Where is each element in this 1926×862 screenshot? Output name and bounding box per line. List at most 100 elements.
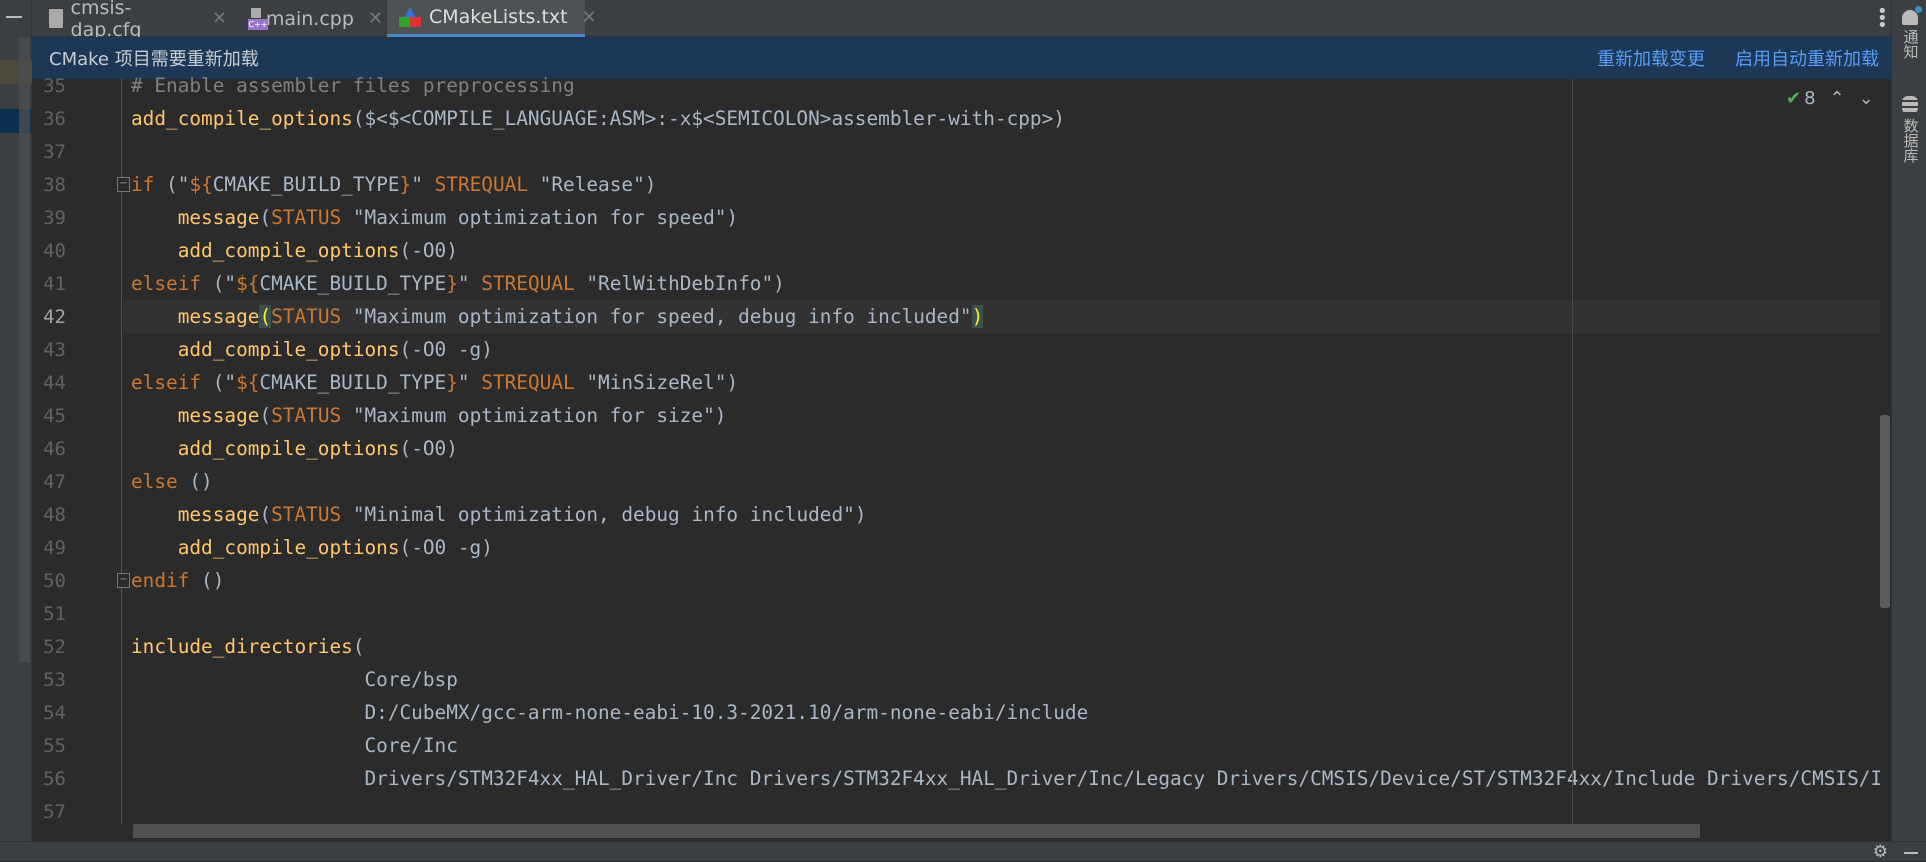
code-token-fn: message	[177, 503, 260, 526]
code-token-kw: STREQUAL	[434, 173, 528, 196]
line-number: 36	[43, 108, 66, 130]
notifications-label: 通知	[1901, 29, 1920, 59]
code-line[interactable]: else ()	[131, 465, 213, 498]
line-number: 42	[43, 306, 66, 328]
horizontal-scrollbar[interactable]	[133, 824, 1700, 838]
code-line[interactable]: # Enable assembler files preprocessing	[131, 69, 575, 102]
code-token-str: (-O0)	[399, 239, 458, 262]
code-line[interactable]: add_compile_options(-O0)	[131, 234, 458, 267]
minimize-icon[interactable]	[1904, 852, 1918, 854]
code-token-fn: add_compile_options	[177, 239, 400, 262]
code-token-str: ("	[154, 173, 190, 196]
code-line[interactable]: Drivers/STM32F4xx_HAL_Driver/Inc Drivers…	[131, 762, 1880, 795]
line-number: 43	[43, 339, 66, 361]
code-token-str	[131, 338, 178, 361]
line-number-gutter: 35 36 37 38 39 40 41 42 43 44 45 46 47 48 49 50 51 52 53 54…	[32, 75, 122, 824]
previous-highlight-icon[interactable]: ⌃	[1830, 88, 1845, 109]
code-token-str: (	[259, 206, 272, 229]
line-number: 52	[43, 636, 66, 658]
code-line[interactable]: add_compile_options(-O0 -g)	[131, 531, 493, 564]
code-token-str: ()	[177, 470, 213, 493]
code-token-str: (	[259, 404, 272, 427]
code-token-fn: message	[177, 305, 260, 328]
code-token-str	[131, 206, 178, 229]
right-margin-guide	[1572, 79, 1573, 824]
fold-icon[interactable]: −	[117, 177, 130, 192]
code-token-str: (-O0 -g)	[399, 536, 493, 559]
code-token-kw: endif	[131, 569, 190, 592]
code-token-str: ("	[201, 272, 237, 295]
database-label: 数据库	[1901, 118, 1920, 163]
code-token-str: (-O0)	[399, 437, 458, 460]
inspection-widget[interactable]: ✔ 8 ⌃ ⌄	[1786, 88, 1874, 109]
code-token-fn: include_directories	[131, 635, 353, 658]
line-number: 46	[43, 438, 66, 460]
line-number: 41	[43, 273, 66, 295]
code-token-kw: STATUS	[271, 206, 342, 229]
check-icon: ✔ 8	[1786, 88, 1816, 109]
code-token-str: (-O0 -g)	[399, 338, 493, 361]
line-number: 37	[43, 141, 66, 163]
notifications-button[interactable]: 通知	[1897, 6, 1923, 59]
code-token-kw: }	[446, 371, 458, 394]
code-line[interactable]: Core/bsp	[131, 663, 458, 696]
code-token-str: Core/bsp	[131, 668, 458, 691]
right-tool-strip: 通知 数据库	[1891, 0, 1926, 841]
code-token-str: "Maximum optimization for size")	[341, 404, 727, 427]
code-token-fn: add_compile_options	[131, 107, 353, 130]
line-number: 49	[43, 537, 66, 559]
code-token-kw: elseif	[131, 371, 202, 394]
line-number: 35	[43, 75, 66, 97]
code-line[interactable]: add_compile_options($<$<COMPILE_LANGUAGE…	[131, 102, 1065, 135]
code-line[interactable]: elseif ("${CMAKE_BUILD_TYPE}" STREQUAL "…	[131, 366, 738, 399]
code-token-str: CMAKE_BUILD_TYPE	[212, 173, 400, 196]
code-token-kw: ${	[236, 371, 260, 394]
code-token-kw: ${	[236, 272, 260, 295]
code-token-str: "Minimal optimization, debug info includ…	[341, 503, 867, 526]
code-line[interactable]: D:/CubeMX/gcc-arm-none-eabi-10.3-2021.10…	[131, 696, 1088, 729]
code-token-kw: STATUS	[271, 404, 342, 427]
code-line[interactable]: elseif ("${CMAKE_BUILD_TYPE}" STREQUAL "…	[131, 267, 785, 300]
code-token-str: Drivers/STM32F4xx_HAL_Driver/Inc Drivers…	[131, 767, 1880, 790]
code-line[interactable]: if ("${CMAKE_BUILD_TYPE}" STREQUAL "Rele…	[131, 168, 656, 201]
code-token-fn: add_compile_options	[177, 536, 400, 559]
code-token-str: "Maximum optimization for speed, debug i…	[341, 305, 972, 328]
code-line[interactable]: include_directories(	[131, 630, 365, 663]
code-line[interactable]: message(STATUS "Minimal optimization, de…	[131, 498, 867, 531]
gear-icon[interactable]: ⚙	[1873, 842, 1888, 862]
code-token-str: (	[352, 635, 365, 658]
code-token-str	[131, 536, 178, 559]
bell-icon	[1902, 6, 1922, 25]
code-token-str	[131, 503, 178, 526]
line-number: 39	[43, 207, 66, 229]
database-button[interactable]: 数据库	[1897, 96, 1923, 163]
code-token-str: (	[259, 503, 272, 526]
line-number: 51	[43, 603, 66, 625]
code-token-kw: STATUS	[271, 503, 342, 526]
code-token-kw: }	[399, 173, 412, 196]
line-number: 53	[43, 669, 66, 691]
code-token-fn: add_compile_options	[177, 437, 400, 460]
next-highlight-icon[interactable]: ⌄	[1859, 88, 1874, 109]
code-line[interactable]: add_compile_options(-O0 -g)	[131, 333, 493, 366]
code-line[interactable]: endif ()	[131, 564, 224, 597]
code-editor[interactable]: 35 36 37 38 39 40 41 42 43 44 45 46 47 48 49 50 51 52 53 54…	[0, 0, 1880, 824]
inspection-count: 8	[1804, 88, 1816, 109]
code-token-str: "Maximum optimization for speed")	[341, 206, 739, 229]
code-line[interactable]: message(STATUS "Maximum optimization for…	[131, 300, 984, 333]
code-line[interactable]: message(STATUS "Maximum optimization for…	[131, 399, 727, 432]
code-line[interactable]: Core/Inc	[131, 729, 457, 762]
code-line[interactable]: add_compile_options(-O0)	[131, 432, 458, 465]
line-number: 57	[43, 801, 66, 823]
code-token-str: ()	[189, 569, 225, 592]
code-token-str: ("	[201, 371, 237, 394]
code-token-str: "	[457, 371, 482, 394]
fold-icon[interactable]: −	[117, 573, 130, 588]
code-token-fn: message	[177, 404, 260, 427]
vertical-scrollbar[interactable]	[1880, 415, 1890, 608]
code-token-str: ($<$<COMPILE_LANGUAGE:ASM>:-x$<SEMICOLON…	[352, 107, 1065, 130]
code-line[interactable]: message(STATUS "Maximum optimization for…	[131, 201, 738, 234]
line-number: 50	[43, 570, 66, 592]
code-token-kw: elseif	[131, 272, 202, 295]
database-icon	[1902, 96, 1918, 114]
